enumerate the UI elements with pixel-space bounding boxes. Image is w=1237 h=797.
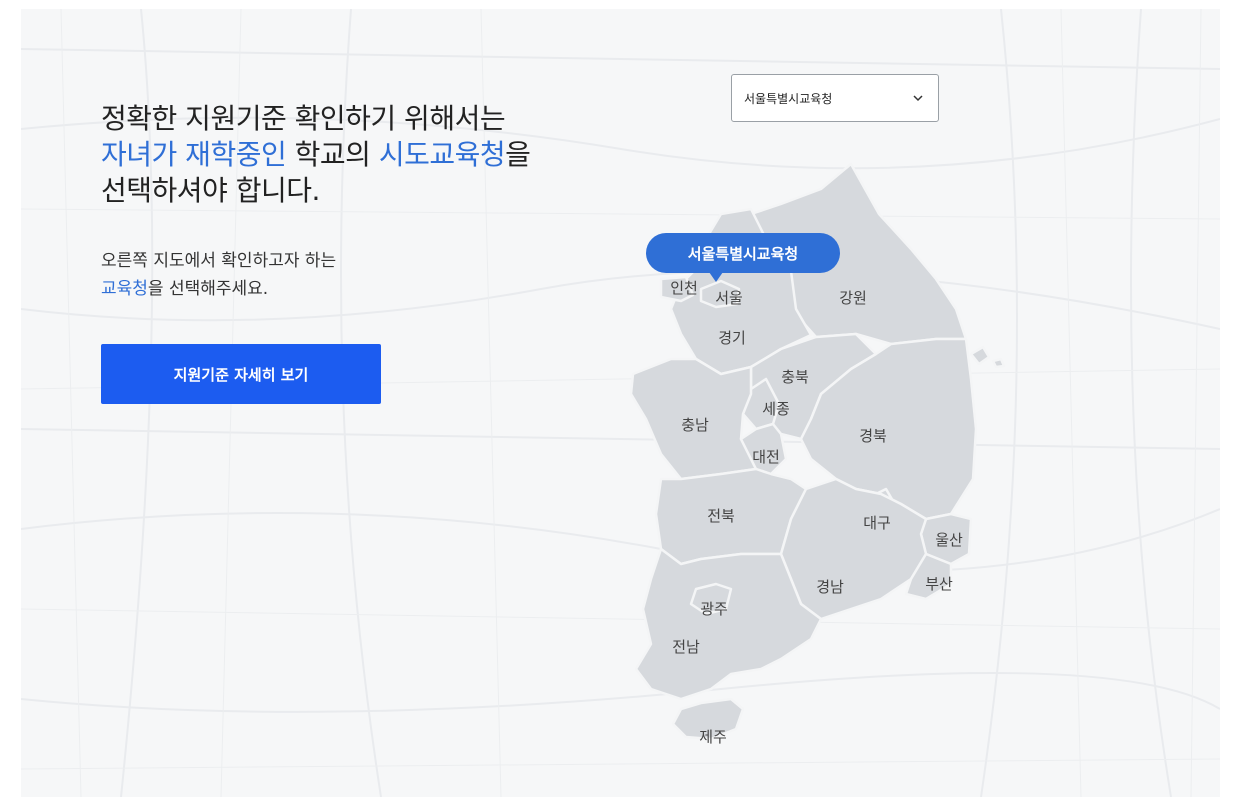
region-label-jeonbuk[interactable]: 전북 <box>707 505 735 526</box>
island-dokdo <box>991 357 1006 369</box>
headline-highlight-child: 자녀가 재학중인 <box>101 138 287 171</box>
region-label-daejeon[interactable]: 대전 <box>752 446 780 467</box>
region-label-jeju[interactable]: 제주 <box>699 726 727 747</box>
headline-mid: 학교의 <box>286 138 379 171</box>
region-label-chungnam[interactable]: 충남 <box>681 414 709 435</box>
region-label-gangwon[interactable]: 강원 <box>839 287 867 308</box>
headline-end: 을 <box>505 138 531 171</box>
instruction-line1: 오른쪽 지도에서 확인하고자 하는 <box>101 251 337 271</box>
region-label-gyeongnam[interactable]: 경남 <box>816 576 844 597</box>
headline-line1: 정확한 지원기준 확인하기 위해서는 <box>101 102 506 135</box>
region-label-sejong[interactable]: 세종 <box>762 398 790 419</box>
callout-pointer <box>709 272 723 282</box>
region-label-gyeonggi[interactable]: 경기 <box>718 327 746 348</box>
instruction-text: 오른쪽 지도에서 확인하고자 하는 교육청을 선택해주세요. <box>101 247 336 303</box>
intro-headline: 정확한 지원기준 확인하기 위해서는 자녀가 재학중인 학교의 시도교육청을 선… <box>101 101 531 209</box>
region-label-busan[interactable]: 부산 <box>925 573 953 594</box>
region-label-seoul[interactable]: 서울 <box>715 287 743 308</box>
island-ulleungdo <box>969 345 991 366</box>
chevron-down-icon <box>913 95 923 102</box>
selected-office-value: 서울특별시교육청 <box>744 91 833 106</box>
selected-office-callout: 서울특별시교육청 <box>646 233 840 273</box>
region-label-chungbuk[interactable]: 충북 <box>781 366 809 387</box>
headline-line3: 선택하셔야 합니다. <box>101 174 320 207</box>
region-label-gyeongbuk[interactable]: 경북 <box>859 425 887 446</box>
instruction-highlight: 교육청 <box>101 279 148 299</box>
region-label-jeonnam[interactable]: 전남 <box>672 636 700 657</box>
view-criteria-button[interactable]: 지원기준 자세히 보기 <box>101 344 381 404</box>
headline-highlight-office: 시도교육청 <box>378 138 506 171</box>
region-label-incheon[interactable]: 인천 <box>670 277 698 298</box>
region-label-ulsan[interactable]: 울산 <box>935 529 963 550</box>
main-panel: 정확한 지원기준 확인하기 위해서는 자녀가 재학중인 학교의 시도교육청을 선… <box>21 9 1220 797</box>
region-label-gwangju[interactable]: 광주 <box>700 598 728 619</box>
instruction-rest: 을 선택해주세요. <box>147 279 269 299</box>
education-office-select[interactable]: 서울특별시교육청 <box>731 74 939 122</box>
region-label-daegu[interactable]: 대구 <box>863 512 891 533</box>
